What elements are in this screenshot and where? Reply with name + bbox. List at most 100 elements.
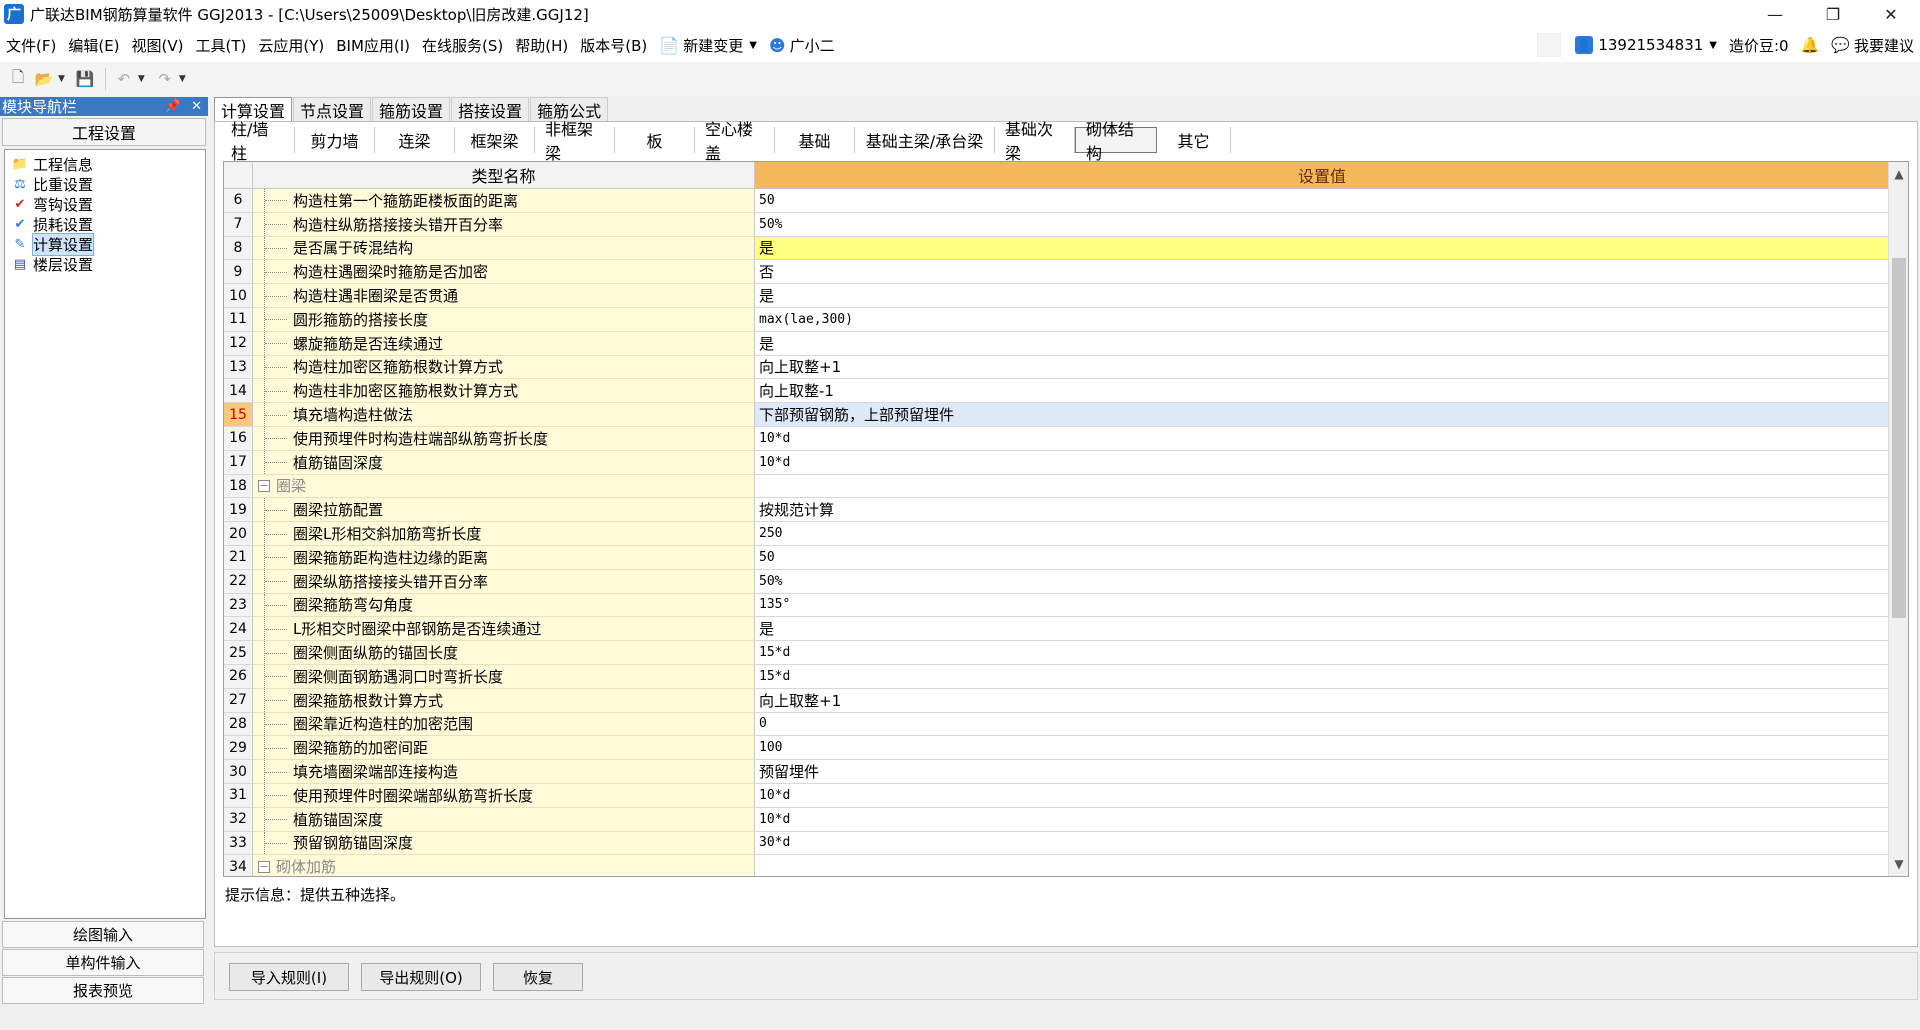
table-row[interactable]: 20 圈梁L形相交斜加筋弯折长度 250 <box>224 522 1908 546</box>
setting-value-cell[interactable]: 按规范计算 <box>755 498 1889 523</box>
setting-value-cell[interactable]: 15*d <box>755 641 1889 665</box>
table-row[interactable]: 12 螺旋箍筋是否连续通过 是 <box>224 331 1908 356</box>
table-row[interactable]: 30 填充墙圈梁端部连接构造 预留埋件 <box>224 760 1908 784</box>
new-change-menu[interactable]: 📄 新建变更 ▼ <box>653 28 763 62</box>
tab-masonry[interactable]: 砌体结构 <box>1075 120 1157 163</box>
setting-value-cell[interactable]: 是 <box>755 617 1889 642</box>
setting-value-cell[interactable]: 30*d <box>755 832 1889 856</box>
assistant-menu[interactable]: ☻ 广小二 <box>763 28 841 62</box>
setting-value-cell[interactable]: 250 <box>755 522 1889 546</box>
chevron-down-icon[interactable]: ▼ <box>179 74 186 84</box>
tree-item-project-info[interactable]: 📁 工程信息 <box>5 154 205 174</box>
table-row[interactable]: 18− 圈梁 <box>224 474 1908 499</box>
table-row[interactable]: 14 构造柱非加密区箍筋根数计算方式 向上取整-1 <box>224 379 1908 404</box>
undo-icon[interactable]: ↶ <box>112 67 136 91</box>
setting-value-cell[interactable]: 50 <box>755 546 1889 570</box>
menu-version[interactable]: 版本号(B) <box>574 28 653 62</box>
export-rules-button[interactable]: 导出规则(O) <box>361 963 481 991</box>
chevron-down-icon[interactable]: ▼ <box>58 74 65 84</box>
setting-value-cell[interactable]: 50% <box>755 570 1889 594</box>
table-row[interactable]: 27 圈梁箍筋根数计算方式 向上取整+1 <box>224 688 1908 713</box>
setting-value-cell[interactable]: 向上取整+1 <box>755 689 1889 713</box>
setting-value-cell[interactable]: 50% <box>755 213 1889 237</box>
feedback-link[interactable]: 💬 我要建议 <box>1825 35 1920 56</box>
bell-icon[interactable]: 🔔 <box>1795 36 1826 54</box>
tab-foundation-main-beam[interactable]: 基础主梁/承台梁 <box>855 127 995 153</box>
table-row[interactable]: 7 构造柱纵筋搭接接头错开百分率 50% <box>224 212 1908 237</box>
table-row[interactable]: 6 构造柱第一个箍筋距楼板面的距离 50 <box>224 189 1908 213</box>
setting-value-cell[interactable]: 是 <box>755 332 1889 356</box>
open-folder-icon[interactable]: 📂 <box>32 67 56 91</box>
tab-non-frame-beam[interactable]: 非框架梁 <box>535 120 615 163</box>
menu-tools[interactable]: 工具(T) <box>190 28 253 62</box>
setting-value-cell[interactable]: 10*d <box>755 808 1889 832</box>
tab-slab[interactable]: 板 <box>615 127 695 153</box>
scroll-down-icon[interactable]: ▼ <box>1889 854 1908 874</box>
nav-drawing-input[interactable]: 绘图输入 <box>2 921 204 948</box>
collapse-icon[interactable]: − <box>258 479 270 492</box>
scroll-thumb[interactable] <box>1892 258 1906 618</box>
setting-value-cell[interactable]: 10*d <box>755 784 1889 808</box>
close-button[interactable]: ✕ <box>1862 0 1920 28</box>
setting-value-cell[interactable]: 0 <box>755 713 1889 737</box>
setting-value-cell[interactable]: 50 <box>755 189 1889 213</box>
table-row[interactable]: 26 圈梁侧面钢筋遇洞口时弯折长度 15*d <box>224 664 1908 689</box>
tab-node-settings[interactable]: 节点设置 <box>293 97 372 121</box>
tab-frame-beam[interactable]: 框架梁 <box>455 127 535 153</box>
table-row[interactable]: 24 L形相交时圈梁中部钢筋是否连续通过 是 <box>224 617 1908 642</box>
menu-online[interactable]: 在线服务(S) <box>416 28 509 62</box>
menu-file[interactable]: 文件(F) <box>0 28 62 62</box>
setting-value-cell[interactable]: 100 <box>755 736 1889 761</box>
setting-value-cell[interactable]: 10*d <box>755 451 1889 475</box>
redo-icon[interactable]: ↷ <box>153 67 177 91</box>
scroll-up-icon[interactable]: ▲ <box>1889 164 1908 184</box>
nav-section-project-settings[interactable]: 工程设置 <box>2 118 206 146</box>
menu-edit[interactable]: 编辑(E) <box>62 28 125 62</box>
table-row[interactable]: 16 使用预埋件时构造柱端部纵筋弯折长度 10*d <box>224 426 1908 451</box>
tab-column[interactable]: 柱/墙柱 <box>221 120 295 163</box>
tab-stirrup-settings[interactable]: 箍筋设置 <box>372 97 451 121</box>
setting-value-cell[interactable]: 预留埋件 <box>755 760 1889 784</box>
menu-bim[interactable]: BIM应用(I) <box>330 28 416 62</box>
tab-coupling-beam[interactable]: 连梁 <box>375 127 455 153</box>
tree-item-calc-settings[interactable]: ✎ 计算设置 <box>5 232 205 256</box>
vertical-scrollbar[interactable]: ▲ ▼ <box>1888 162 1908 876</box>
table-row[interactable]: 34− 砌体加筋 <box>224 855 1908 876</box>
menu-cloud[interactable]: 云应用(Y) <box>252 28 330 62</box>
tab-lap-settings[interactable]: 搭接设置 <box>451 97 530 121</box>
table-row[interactable]: 21 圈梁箍筋距构造柱边缘的距离 50 <box>224 545 1908 570</box>
table-row[interactable]: 22 圈梁纵筋搭接接头错开百分率 50% <box>224 569 1908 594</box>
chevron-down-icon[interactable]: ▼ <box>138 74 145 84</box>
tab-hollow-floor[interactable]: 空心楼盖 <box>695 120 775 163</box>
new-file-icon[interactable]: 🗋 <box>6 67 30 91</box>
tab-foundation[interactable]: 基础 <box>775 127 855 153</box>
setting-value-cell[interactable]: 向上取整-1 <box>755 379 1889 404</box>
tree-item-ratio-settings[interactable]: ⚖ 比重设置 <box>5 174 205 194</box>
setting-value-cell[interactable]: 是 <box>755 236 1889 261</box>
collapse-icon[interactable]: − <box>258 860 270 873</box>
setting-value-cell[interactable]: 下部预留钢筋，上部预留埋件 <box>755 403 1889 427</box>
setting-value-cell[interactable]: 15*d <box>755 665 1889 689</box>
setting-value-cell[interactable]: 135° <box>755 594 1889 618</box>
pin-icon[interactable]: 📌 <box>165 99 181 114</box>
table-row[interactable]: 29 圈梁箍筋的加密间距 100 <box>224 736 1908 761</box>
table-row[interactable]: 17 植筋锚固深度 10*d <box>224 450 1908 475</box>
table-row[interactable]: 9 构造柱遇圈梁时箍筋是否加密 否 <box>224 260 1908 285</box>
table-row[interactable]: 10 构造柱遇非圈梁是否贯通 是 <box>224 284 1908 308</box>
table-row[interactable]: 13 构造柱加密区箍筋根数计算方式 向上取整+1 <box>224 355 1908 380</box>
save-icon[interactable]: 💾 <box>73 67 97 91</box>
restore-button[interactable]: 恢复 <box>493 963 583 991</box>
setting-value-cell[interactable] <box>755 855 1889 876</box>
setting-value-cell[interactable]: 是 <box>755 284 1889 308</box>
table-row[interactable]: 32 植筋锚固深度 10*d <box>224 807 1908 832</box>
table-row[interactable]: 28 圈梁靠近构造柱的加密范围 0 <box>224 712 1908 737</box>
tab-foundation-secondary-beam[interactable]: 基础次梁 <box>995 120 1075 163</box>
table-row[interactable]: 33 预留钢筋锚固深度 30*d <box>224 831 1908 856</box>
close-icon[interactable]: ✕ <box>191 99 202 114</box>
table-row[interactable]: 8 是否属于砖混结构 是 <box>224 236 1908 261</box>
import-rules-button[interactable]: 导入规则(I) <box>229 963 349 991</box>
table-row[interactable]: 19 圈梁拉筋配置 按规范计算 <box>224 498 1908 523</box>
tab-other[interactable]: 其它 <box>1157 127 1231 153</box>
nav-report-preview[interactable]: 报表预览 <box>2 977 204 1004</box>
table-row[interactable]: 25 圈梁侧面纵筋的锚固长度 15*d <box>224 641 1908 665</box>
